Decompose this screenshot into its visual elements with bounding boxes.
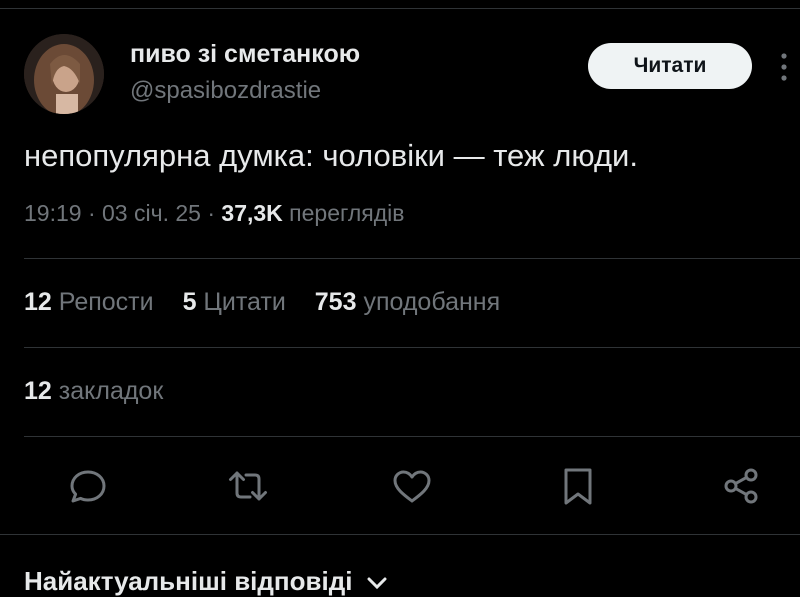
like-icon <box>393 470 431 503</box>
divider <box>0 534 800 535</box>
quotes-label: Цитати <box>203 288 286 316</box>
like-button[interactable] <box>390 464 434 508</box>
reposts-label: Репости <box>58 288 154 316</box>
divider <box>24 258 800 259</box>
share-icon <box>724 468 758 504</box>
tweet-text: непопулярна думка: чоловіки — теж люди. <box>24 138 638 173</box>
avatar-image <box>24 34 104 114</box>
replies-sort-dropdown[interactable]: Найактуальніші відповіді <box>24 566 388 597</box>
meta-separator: · <box>87 200 103 226</box>
follow-button[interactable]: Читати <box>588 43 752 89</box>
tweet-meta: 19:19 · 03 січ. 25 · 37,3K переглядів <box>24 200 405 227</box>
likes-label: уподобання <box>363 288 501 316</box>
divider <box>24 436 800 437</box>
quotes-count: 5 <box>182 288 197 316</box>
top-divider <box>0 8 800 9</box>
bookmarks-count: 12 <box>24 377 52 405</box>
reposts-stat[interactable]: 12 Репости <box>24 288 161 316</box>
avatar[interactable] <box>24 34 104 114</box>
repost-button[interactable] <box>226 464 270 508</box>
replies-title: Найактуальніші відповіді <box>24 566 353 596</box>
quotes-stat[interactable]: 5 Цитати <box>183 288 293 316</box>
repost-icon <box>229 471 267 501</box>
engagement-stats: 12 Репости 5 Цитати 753 уподобання <box>24 288 522 317</box>
bookmarks-stat: 12 закладок <box>24 377 163 406</box>
chevron-down-icon <box>367 577 387 590</box>
likes-count: 753 <box>314 288 357 316</box>
divider <box>24 347 800 348</box>
tweet-date[interactable]: 03 січ. 25 <box>102 200 201 226</box>
bookmarks-label: закладок <box>58 377 164 405</box>
author-display-name[interactable]: пиво зі сметанкою <box>130 40 360 69</box>
views-label: переглядів <box>289 200 405 226</box>
tweet-time[interactable]: 19:19 <box>24 200 82 226</box>
reposts-count: 12 <box>24 288 52 316</box>
bookmark-button[interactable] <box>556 464 600 508</box>
meta-separator: · <box>207 200 222 226</box>
author-handle[interactable]: @spasibozdrastie <box>130 77 321 105</box>
reply-button[interactable] <box>66 464 110 508</box>
bookmark-icon <box>564 468 592 505</box>
reply-icon <box>70 470 106 503</box>
likes-stat[interactable]: 753 уподобання <box>315 288 500 316</box>
more-options-icon[interactable] <box>774 50 794 84</box>
share-button[interactable] <box>720 464 764 508</box>
views-count: 37,3K <box>221 200 283 226</box>
